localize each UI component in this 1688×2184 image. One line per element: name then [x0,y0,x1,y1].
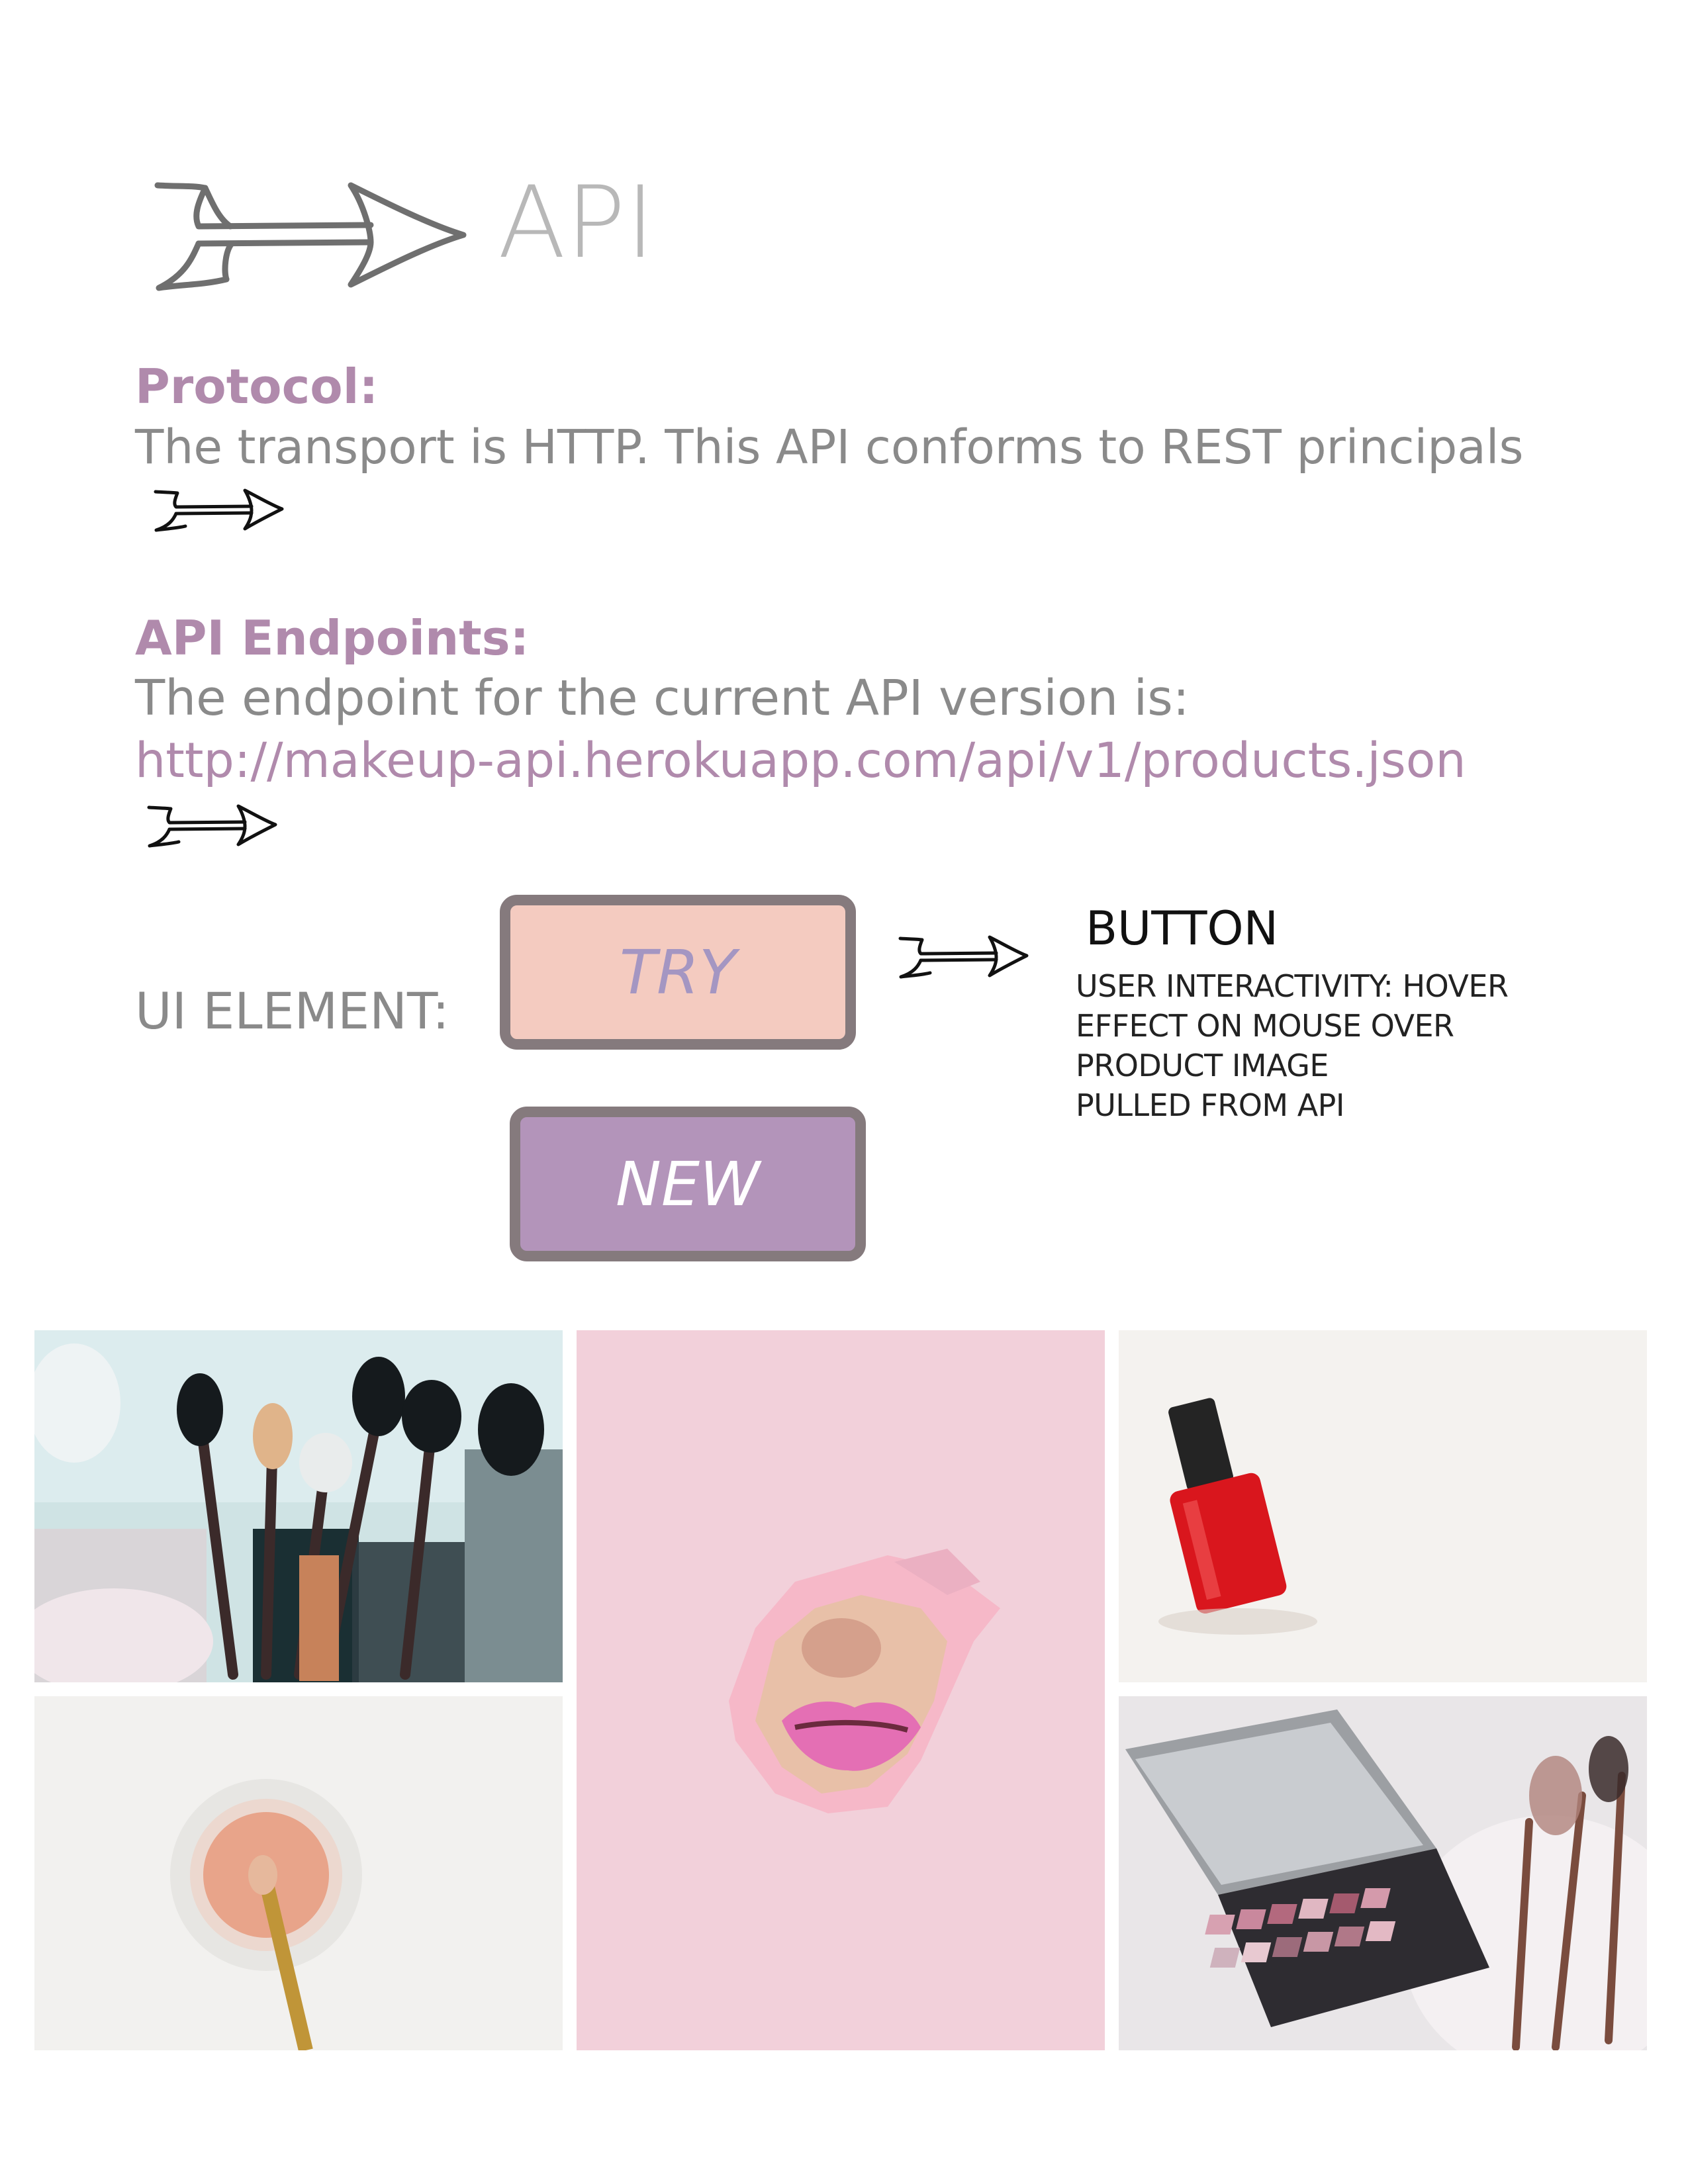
small-arrow-icon [146,802,278,848]
small-arrow-icon [897,933,1029,979]
ui-element-label: UI ELEMENT: [135,981,449,1040]
small-arrow-icon [152,486,285,533]
endpoints-heading: API Endpoints: [135,610,530,666]
try-button[interactable]: TRY [500,895,856,1050]
page-title: API [498,165,655,281]
button-note: USER INTERACTIVITY: HOVER EFFECT ON MOUS… [1076,966,1509,1125]
note-line: USER INTERACTIVITY: HOVER [1076,968,1509,1004]
red-nail-polish-photo[interactable] [1119,1330,1647,1682]
makeup-brushes-photo[interactable] [34,1330,563,1682]
button-note-title: BUTTON [1086,901,1279,956]
title-arrow-icon [152,179,470,291]
endpoint-url-link[interactable]: http://makeup-api.herokuapp.com/api/v1/p… [135,737,1466,785]
eyeshadow-palette-photo[interactable] [1119,1696,1647,2050]
protocol-heading: Protocol: [135,359,379,414]
loose-powder-brush-photo[interactable] [34,1696,563,2050]
protocol-text: The transport is HTTP. This API conforms… [135,420,1524,475]
note-line: EFFECT ON MOUSE OVER [1076,1008,1454,1044]
note-line: PULLED FROM API [1076,1087,1344,1123]
lips-through-paper-photo[interactable] [577,1330,1105,2050]
note-line: PRODUCT IMAGE [1076,1048,1329,1083]
endpoints-text: The endpoint for the current API version… [135,670,1190,727]
new-button[interactable]: NEW [510,1107,866,1261]
